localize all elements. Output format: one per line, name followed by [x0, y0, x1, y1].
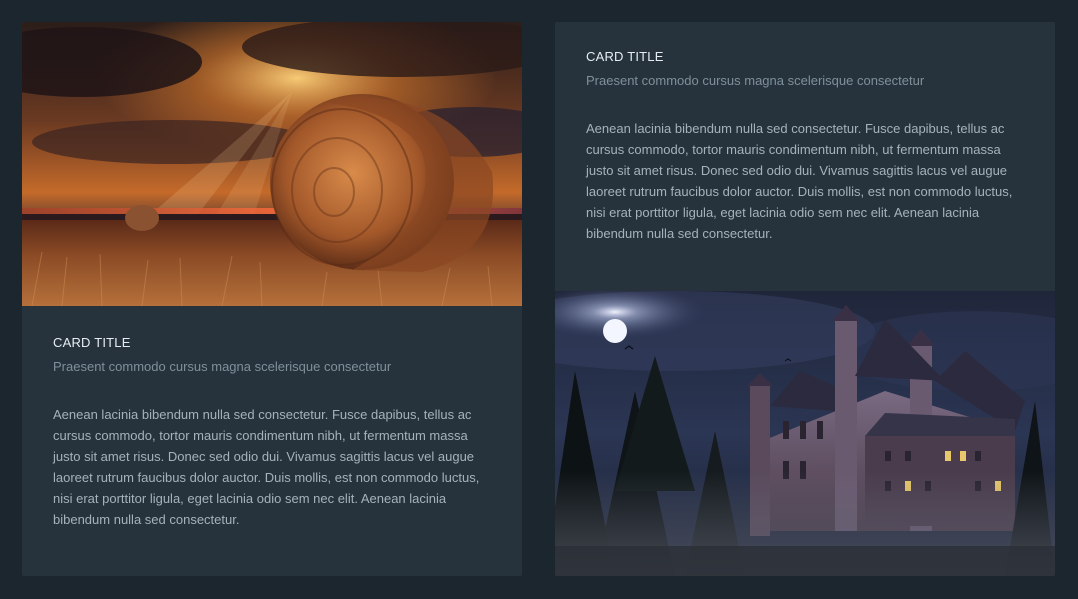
card-hay-bale: CARD TITLE Praesent commodo cursus magna…: [22, 22, 522, 576]
card-body: CARD TITLE Praesent commodo cursus magna…: [586, 48, 1026, 244]
card-subtitle: Praesent commodo cursus magna scelerisqu…: [586, 73, 925, 88]
card-subtitle: Praesent commodo cursus magna scelerisqu…: [53, 359, 392, 374]
card-title: CARD TITLE: [586, 49, 664, 64]
card-body: CARD TITLE Praesent commodo cursus magna…: [53, 334, 493, 530]
card-image-castle: [555, 291, 1055, 576]
card-image-hay-bale: [22, 22, 522, 306]
card-text: Aenean lacinia bibendum nulla sed consec…: [53, 407, 480, 527]
card-title: CARD TITLE: [53, 335, 131, 350]
card-castle: CARD TITLE Praesent commodo cursus magna…: [555, 22, 1055, 576]
card-text: Aenean lacinia bibendum nulla sed consec…: [586, 121, 1013, 241]
